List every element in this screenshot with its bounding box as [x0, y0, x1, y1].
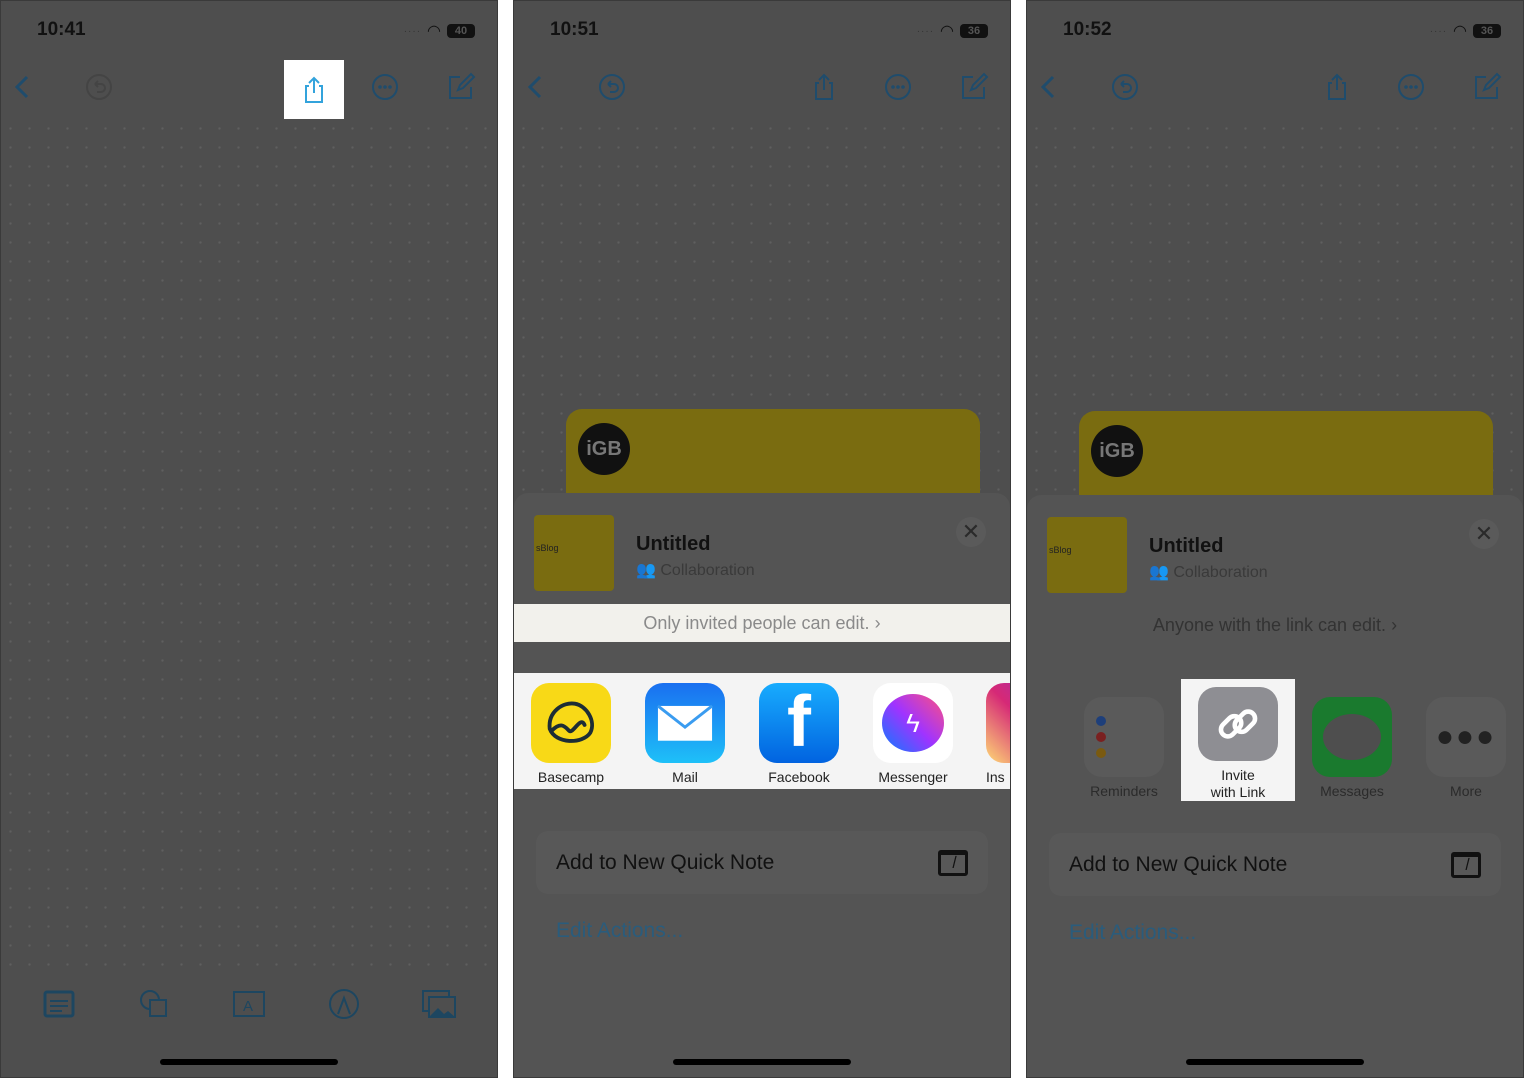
share-button[interactable] — [804, 67, 844, 107]
partial-app-icon — [1027, 687, 1067, 803]
share-app-facebook[interactable]: f Facebook — [742, 673, 856, 789]
chevron-right-icon: › — [874, 612, 881, 633]
undo-button[interactable] — [79, 67, 119, 107]
more-button[interactable] — [1391, 67, 1431, 107]
share-sheet: sBlog Untitled 👥 Collaboration ✕ Anyone … — [1027, 495, 1523, 1077]
battery-icon: 36 — [960, 24, 988, 38]
more-dots-icon: ●●● — [1426, 697, 1506, 777]
note-list-icon[interactable] — [41, 986, 77, 1022]
status-bar: ···· ◠ 36 — [1430, 21, 1501, 41]
screen-2: 10:51 ···· ◠ 36 iGB sBlog Untitled 👥 Colla… — [513, 0, 1011, 1078]
back-button[interactable] — [1029, 67, 1069, 107]
wifi-icon: ◠ — [940, 23, 954, 40]
share-app-more[interactable]: ●●● More — [1409, 687, 1523, 803]
share-button[interactable] — [1317, 67, 1357, 107]
status-time: 10:51 — [550, 19, 599, 40]
text-box-icon[interactable]: A — [231, 986, 267, 1022]
messenger-icon: ϟ — [873, 683, 953, 763]
dot-grid-canvas[interactable] — [1, 119, 497, 977]
share-subtitle: 👥 Collaboration — [636, 562, 755, 579]
battery-icon: 36 — [1473, 24, 1501, 38]
share-app-basecamp[interactable]: Basecamp — [514, 673, 628, 789]
screen-1: 10:41 ···· ◠ 40 A — [0, 0, 498, 1078]
messages-icon — [1312, 697, 1392, 777]
status-time: 10:52 — [1063, 19, 1112, 40]
add-to-quick-note-action[interactable]: Add to New Quick Note ꟾ — [1049, 833, 1501, 896]
home-indicator[interactable] — [160, 1059, 338, 1065]
close-button[interactable]: ✕ — [956, 517, 986, 547]
edit-actions-link[interactable]: Edit Actions... — [556, 919, 683, 943]
share-app-messenger[interactable]: ϟ Messenger — [856, 673, 970, 789]
share-title: Untitled — [1149, 535, 1224, 557]
mail-icon — [645, 683, 725, 763]
home-indicator[interactable] — [673, 1059, 851, 1065]
link-icon — [1198, 687, 1278, 761]
share-app-messages[interactable]: Messages — [1295, 687, 1409, 803]
more-button[interactable] — [365, 67, 405, 107]
instagram-icon — [986, 683, 1010, 763]
battery-icon: 40 — [447, 24, 475, 38]
more-button[interactable] — [878, 67, 918, 107]
share-icon — [305, 76, 323, 103]
app-row: Basecamp Mail f Facebook ϟ Messenger Ins — [514, 673, 1010, 789]
screen-3: 10:52 ···· ◠ 36 iGB sBlog Untitled 👥 Colla… — [1026, 0, 1524, 1078]
pen-icon[interactable] — [326, 986, 362, 1022]
close-button[interactable]: ✕ — [1469, 519, 1499, 549]
share-app-mail[interactable]: Mail — [628, 673, 742, 789]
permission-setting-button[interactable]: Anyone with the link can edit. › — [1027, 606, 1523, 644]
bottom-toolbar: A — [1, 986, 497, 1022]
share-title: Untitled — [636, 533, 711, 555]
compose-button[interactable] — [1467, 67, 1507, 107]
wifi-icon: ◠ — [1453, 23, 1467, 40]
home-indicator[interactable] — [1186, 1059, 1364, 1065]
share-app-reminders[interactable]: Reminders — [1067, 687, 1181, 803]
basecamp-icon — [531, 683, 611, 763]
quick-note-icon: ꟾ — [938, 849, 968, 876]
igb-logo: iGB — [578, 423, 630, 475]
undo-button[interactable] — [592, 67, 632, 107]
status-bar: ···· ◠ 40 — [404, 21, 475, 41]
facebook-icon: f — [759, 683, 839, 763]
compose-button[interactable] — [954, 67, 994, 107]
share-sheet: sBlog Untitled 👥 Collaboration ✕ Only in… — [514, 493, 1010, 1077]
reminders-icon — [1084, 697, 1164, 777]
wifi-icon: ◠ — [427, 23, 441, 40]
share-button[interactable] — [284, 60, 344, 119]
share-app-invite-with-link[interactable]: Invite with Link — [1181, 679, 1295, 801]
igb-logo: iGB — [1091, 425, 1143, 477]
status-bar: ···· ◠ 36 — [917, 21, 988, 41]
undo-button[interactable] — [1105, 67, 1145, 107]
share-subtitle: 👥 Collaboration — [1149, 564, 1268, 581]
svg-text:A: A — [243, 998, 253, 1015]
chevron-right-icon: › — [1391, 614, 1398, 635]
quick-note-icon: ꟾ — [1451, 851, 1481, 878]
edit-actions-link[interactable]: Edit Actions... — [1069, 921, 1196, 945]
note-thumbnail: sBlog — [534, 515, 614, 591]
app-row: Reminders Invite with Link Messages ●●● M… — [1027, 679, 1523, 803]
media-icon[interactable] — [421, 986, 457, 1022]
add-to-quick-note-action[interactable]: Add to New Quick Note ꟾ — [536, 831, 988, 894]
note-thumbnail: sBlog — [1047, 517, 1127, 593]
status-time: 10:41 — [37, 19, 86, 40]
back-button[interactable] — [516, 67, 556, 107]
shapes-icon[interactable] — [136, 986, 172, 1022]
permission-setting-button[interactable]: Only invited people can edit. › — [514, 604, 1010, 642]
compose-button[interactable] — [441, 67, 481, 107]
share-app-instagram[interactable]: Ins — [970, 673, 1010, 789]
back-button[interactable] — [3, 67, 43, 107]
